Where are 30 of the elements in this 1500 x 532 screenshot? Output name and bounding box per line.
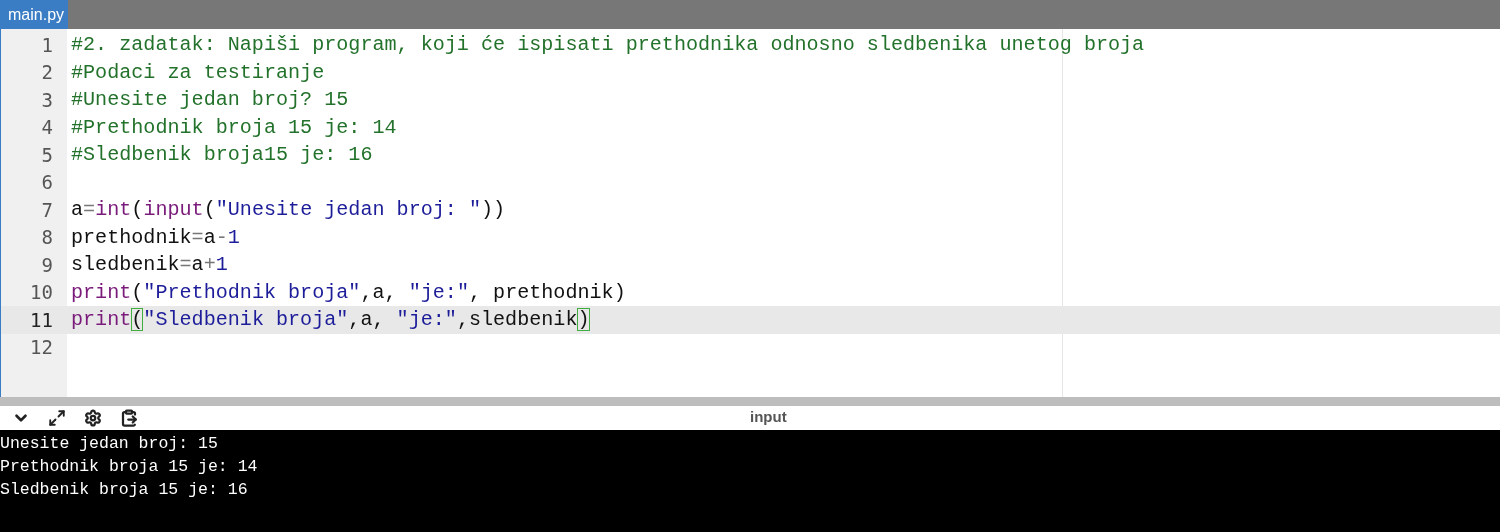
line-number: 5 — [40, 143, 54, 166]
code-line: #2. zadatak: Napiši program, koji će ispisati prethodnika odnosno sledbenika unetog broja — [71, 33, 1145, 57]
line-number: 7 — [40, 198, 54, 221]
code-line: print("Prethodnik broja",a, "je:", prethodnik) — [71, 280, 626, 304]
code-line: #Podaci za testiranje — [71, 60, 325, 84]
code-editor[interactable] — [0, 29, 1500, 397]
line-number: 3 — [40, 88, 54, 111]
line-number: 6 — [40, 171, 54, 194]
code-line: #Unesite jedan broj? 15 — [71, 88, 349, 112]
line-number: 9 — [40, 253, 54, 276]
console-line: Sledbenik broja 15 je: 16 — [0, 479, 249, 501]
expand-icon[interactable] — [48, 409, 66, 427]
code-line: sledbenik=a+1 — [71, 253, 228, 277]
console-title: input — [750, 408, 787, 425]
line-number: 8 — [40, 226, 54, 249]
console-line: Unesite jedan broj: 15 — [0, 433, 219, 455]
line-number: 4 — [40, 116, 54, 139]
code-line: prethodnik=a-1 — [71, 225, 240, 249]
line-number: 1 — [40, 33, 54, 56]
settings-icon[interactable] — [84, 409, 102, 427]
line-number: 11 — [29, 308, 54, 331]
code-line: #Sledbenik broja15 je: 16 — [71, 143, 373, 167]
line-number: 2 — [40, 61, 54, 84]
code-line: #Prethodnik broja 15 je: 14 — [71, 115, 397, 139]
clipboard-icon[interactable] — [120, 409, 138, 427]
console-line: Prethodnik broja 15 je: 14 — [0, 456, 259, 478]
line-number: 12 — [29, 336, 54, 359]
code-line: a=int(input("Unesite jedan broj: ")) — [71, 198, 506, 222]
file-tab[interactable]: main.py — [0, 0, 68, 29]
line-number: 10 — [29, 281, 54, 304]
